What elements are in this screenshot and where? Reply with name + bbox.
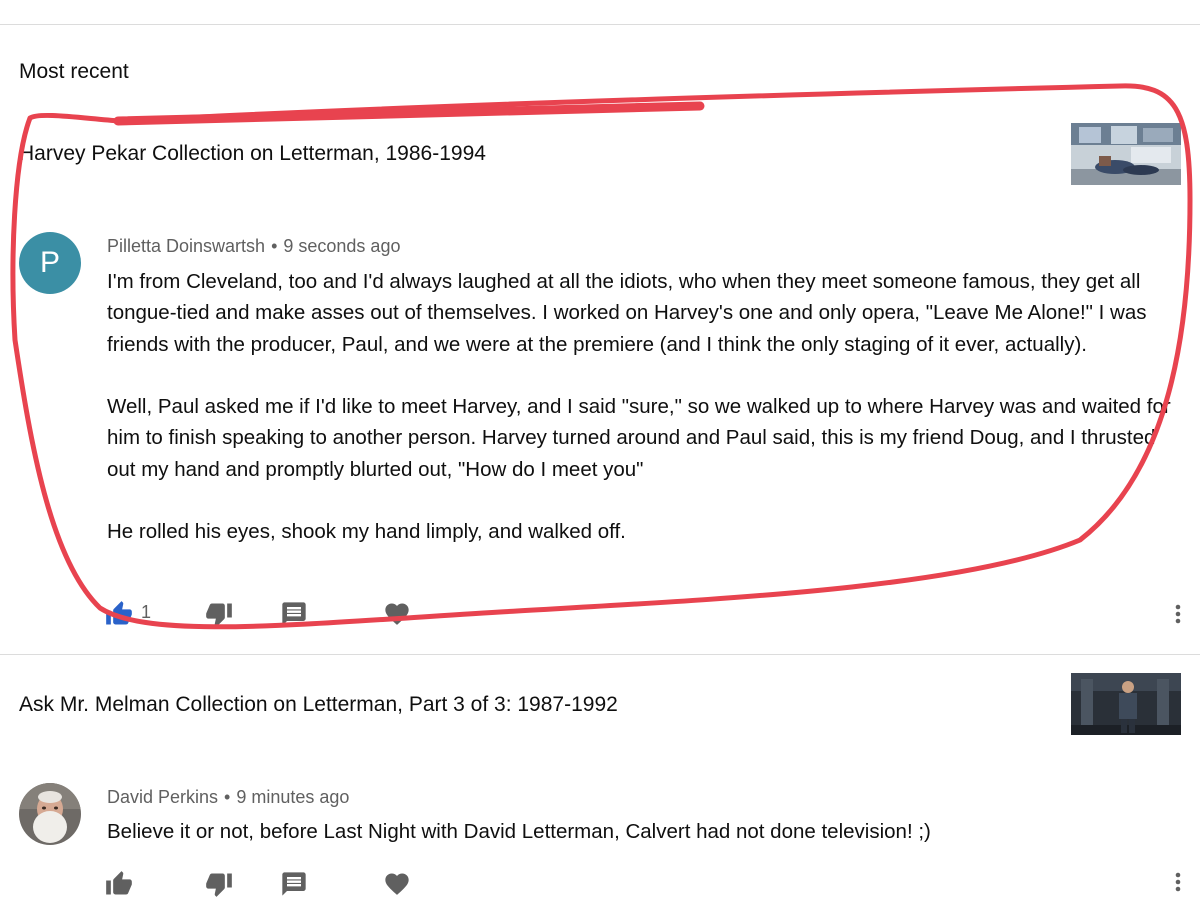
author-name[interactable]: David Perkins [107,787,218,807]
author-name[interactable]: Pilletta Doinswartsh [107,236,265,256]
comment-actions: 1 [105,600,425,628]
heart-icon[interactable] [383,600,411,628]
comment-paragraph: He rolled his eyes, shook my hand limply… [107,520,626,544]
comment-meta: Pilletta Doinswartsh • 9 seconds ago [107,234,400,258]
like-icon[interactable] [105,870,133,898]
more-vert-icon[interactable] [1168,600,1188,628]
comment-time: 9 minutes ago [236,787,350,807]
item-divider [0,654,1200,655]
reply-icon[interactable] [280,870,308,898]
comment-text: Believe it or not, before Last Night wit… [107,816,1182,847]
heart-icon[interactable] [383,870,411,898]
sort-label[interactable]: Most recent [19,58,129,86]
like-icon[interactable] [105,600,133,628]
video-thumbnail[interactable] [1071,673,1181,735]
reply-icon[interactable] [280,600,308,628]
comment-text: I'm from Cleveland, too and I'd always l… [107,266,1182,548]
dislike-icon[interactable] [205,870,233,898]
comment-time: 9 seconds ago [283,236,401,256]
meta-separator: • [224,787,231,807]
more-vert-icon[interactable] [1168,868,1188,896]
comments-page: Most recent Harvey Pekar Collection on L… [0,0,1200,900]
video-title[interactable]: Harvey Pekar Collection on Letterman, 19… [19,140,486,168]
comment-paragraph: I'm from Cleveland, too and I'd always l… [107,270,1147,356]
dislike-icon[interactable] [205,600,233,628]
meta-separator: • [271,236,278,256]
comment-meta: David Perkins • 9 minutes ago [107,785,349,809]
comment-paragraph: Believe it or not, before Last Night wit… [107,820,931,843]
top-divider [0,24,1200,25]
comment-actions [105,870,425,898]
video-title[interactable]: Ask Mr. Melman Collection on Letterman, … [19,691,618,719]
like-count: 1 [141,602,152,622]
video-thumbnail[interactable] [1071,123,1181,185]
avatar[interactable] [19,783,81,845]
comment-paragraph: Well, Paul asked me if I'd like to meet … [107,395,1171,481]
avatar[interactable]: P [19,232,81,294]
